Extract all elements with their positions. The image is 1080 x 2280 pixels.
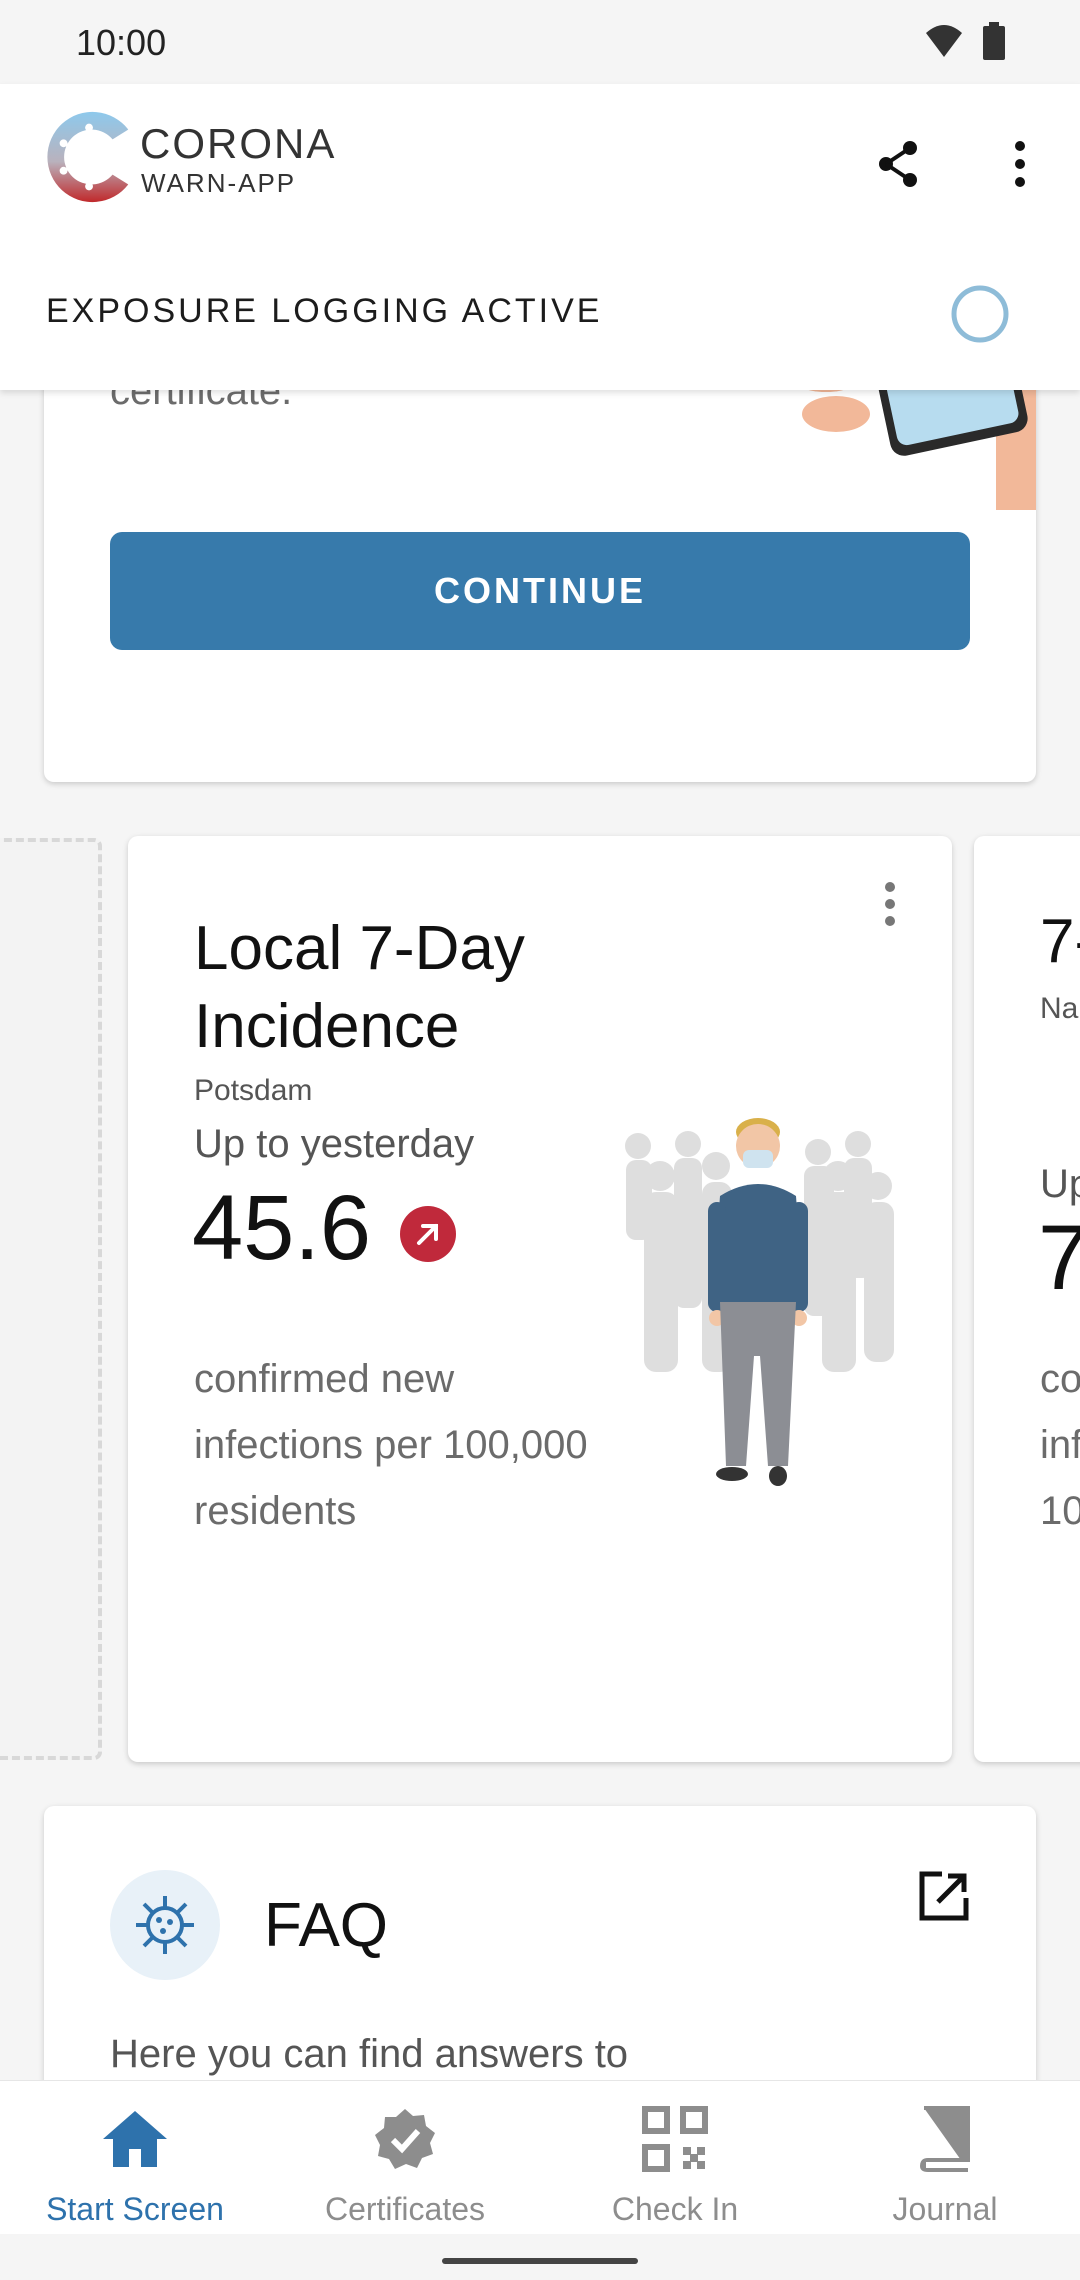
national-incidence-card[interactable]: 7- Na Up 7 co inf 10 [974,836,1080,1762]
phone-hand-illustration [802,390,1036,510]
certificate-badge-icon [369,2103,441,2175]
masked-person-crowd-illustration [625,1118,894,1486]
nav-label: Journal [892,2191,998,2227]
next-card-value: 7 [1038,1207,1080,1309]
incidence-description: confirmed new infections per 100,000 res… [194,1357,588,1533]
next-card-desc-line: inf [1040,1423,1080,1467]
nav-check-in[interactable]: Check In [540,2081,810,2235]
trend-up-badge [400,1206,456,1262]
open-in-new-icon [919,1871,969,1921]
home-icon [99,2103,171,2175]
add-card-placeholder[interactable] [0,838,102,1760]
qr-code-icon [639,2103,711,2175]
incidence-period: Up to yesterday [194,1122,475,1166]
system-gesture-area [0,2234,1080,2280]
status-time: 10:00 [76,22,167,63]
next-card-period: Up [1040,1162,1080,1206]
brand-name: CORONA [140,120,337,167]
faq-external-link-button[interactable] [914,1866,974,1926]
next-card-desc-line: 10 [1040,1489,1080,1533]
continue-button[interactable]: CONTINUE [110,532,970,650]
local-incidence-card: Local 7-Day Incidence Potsdam Up to yest… [128,836,952,1762]
incidence-value: 45.6 [192,1177,372,1279]
nav-label: Check In [611,2191,739,2227]
next-card-description: co inf 10 [1040,1346,1080,1544]
arrow-up-right-icon [417,1224,438,1245]
more-vert-icon [1015,141,1025,187]
overflow-menu-button[interactable] [990,134,1050,194]
app-header: CORONA WARN-APP EXPOSURE LOGGING ACTIVE [0,84,1080,390]
next-card-desc-line: co [1040,1357,1080,1401]
certificate-card-text: request your digital COVID test certific… [110,390,293,413]
faq-icon-container [110,1870,220,1980]
exposure-logging-status[interactable]: EXPOSURE LOGGING ACTIVE [46,292,602,331]
status-bar: 10:00 [0,0,1080,84]
nav-journal[interactable]: Journal [810,2081,1080,2235]
share-icon [879,141,917,187]
home-content-scroll[interactable]: request your digital COVID test certific… [0,390,1080,2080]
test-certificate-card: request your digital COVID test certific… [44,390,1036,782]
virus-icon [136,1896,194,1954]
wifi-icon [926,25,962,57]
next-card-location: Na [1040,992,1079,1025]
bottom-navigation: Start Screen Certificates Check In Journ… [0,2080,1080,2234]
battery-icon [983,22,1005,60]
faq-title: FAQ [264,1891,389,1960]
nav-label: Certificates [324,2191,486,2227]
gesture-handle[interactable] [442,2258,638,2264]
book-icon [909,2103,981,2175]
faq-text: Here you can find answers to [110,2032,629,2076]
incidence-card-menu-button[interactable] [870,874,910,934]
nav-certificates[interactable]: Certificates [270,2081,540,2235]
nav-label: Start Screen [46,2191,224,2227]
next-card-title: 7- [1040,907,1080,976]
brand-subtitle: WARN-APP [141,168,297,198]
share-button[interactable] [868,134,928,194]
status-icons [924,22,1006,60]
incidence-title: Local 7-Day Incidence [194,914,525,1061]
nav-start-screen[interactable]: Start Screen [0,2081,270,2235]
more-vert-icon [885,882,895,926]
incidence-location: Potsdam [194,1074,313,1107]
faq-card[interactable]: FAQ Here you can find answers to [44,1806,1036,2080]
exposure-status-ring-icon [951,285,1009,343]
corona-warn-app-logo [47,111,129,203]
